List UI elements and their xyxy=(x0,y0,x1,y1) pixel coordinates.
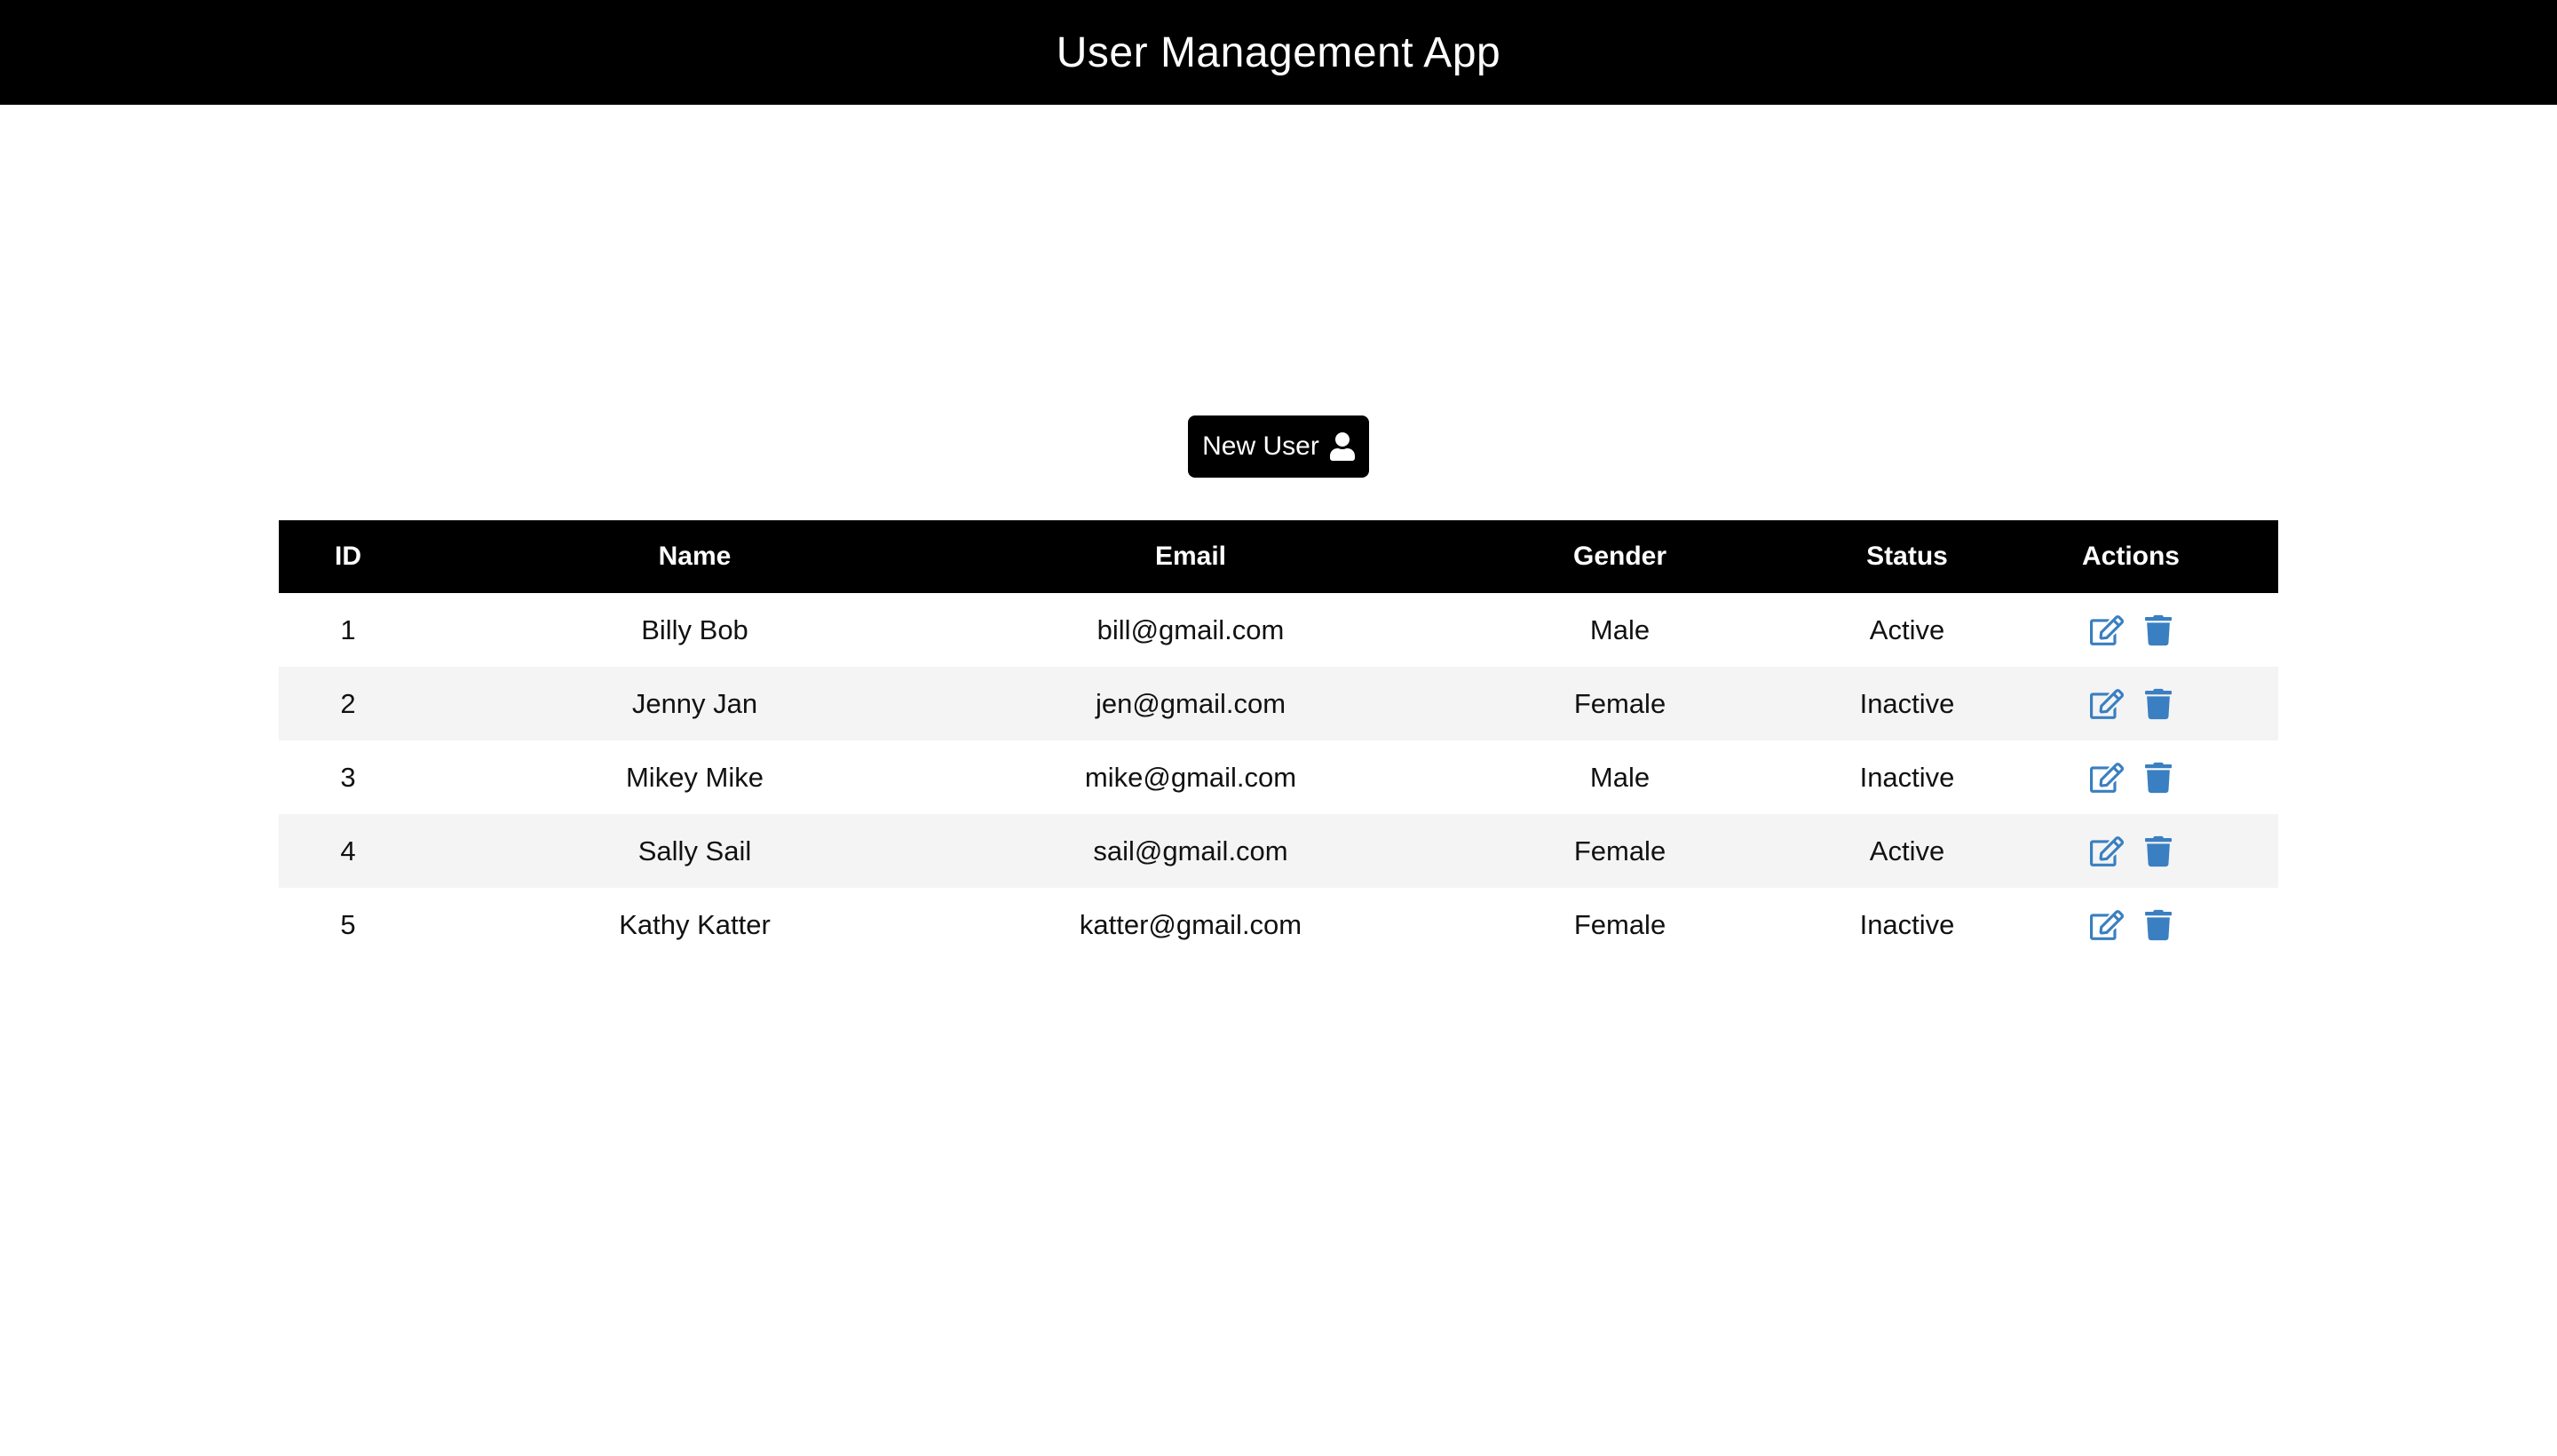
delete-button[interactable] xyxy=(2145,688,2172,720)
cell-status: Active xyxy=(1869,613,1945,645)
edit-button[interactable] xyxy=(2090,909,2124,941)
row-actions xyxy=(1983,667,2278,740)
table-header-row: ID Name Email Gender Status Actions xyxy=(279,520,2278,593)
column-header-id: ID xyxy=(335,542,361,571)
column-header-actions: Actions xyxy=(2081,542,2180,571)
table-row: 1 Billy Bob bill@gmail.com Male Active xyxy=(279,593,2278,667)
edit-icon xyxy=(2090,688,2124,720)
cell-status: Inactive xyxy=(1859,761,1955,793)
cell-name: Sally Sail xyxy=(637,835,752,866)
cell-email: jen@gmail.com xyxy=(1095,687,1286,719)
cell-actions xyxy=(1983,593,2278,667)
cell-name: Billy Bob xyxy=(641,613,748,645)
column-header-name: Name xyxy=(658,542,732,571)
column-header-gender: Gender xyxy=(1572,542,1667,571)
delete-button[interactable] xyxy=(2145,614,2172,646)
cell-status: Active xyxy=(1869,835,1945,866)
cell-id: 5 xyxy=(340,908,356,940)
cell-gender: Male xyxy=(1589,613,1651,645)
cell-actions xyxy=(1983,667,2278,740)
cell-status: Inactive xyxy=(1859,687,1955,719)
cell-name: Mikey Mike xyxy=(625,761,764,793)
cell-gender: Male xyxy=(1589,761,1651,793)
new-user-button-label: New User xyxy=(1202,431,1319,461)
trash-icon xyxy=(2145,614,2172,646)
delete-button[interactable] xyxy=(2145,835,2172,867)
cell-name: Jenny Jan xyxy=(631,687,758,719)
trash-icon xyxy=(2145,909,2172,941)
delete-button[interactable] xyxy=(2145,909,2172,941)
edit-button[interactable] xyxy=(2090,688,2124,720)
cell-gender: Female xyxy=(1573,835,1666,866)
cell-actions xyxy=(1983,888,2278,961)
row-actions xyxy=(1983,814,2278,888)
new-user-button[interactable]: New User xyxy=(1188,415,1369,478)
column-header-status: Status xyxy=(1866,542,1948,571)
table-row: 3 Mikey Mike mike@gmail.com Male Inactive xyxy=(279,740,2278,814)
table-body: 1 Billy Bob bill@gmail.com Male Active 2 Jenny… xyxy=(279,593,2278,961)
cell-id: 3 xyxy=(340,761,356,793)
trash-icon xyxy=(2145,762,2172,794)
table-row: 4 Sally Sail sail@gmail.com Female Active xyxy=(279,814,2278,888)
row-actions xyxy=(1983,740,2278,814)
app-header: User Management App xyxy=(0,0,2557,105)
row-actions xyxy=(1983,593,2278,667)
cell-name: Kathy Katter xyxy=(619,908,771,940)
trash-icon xyxy=(2145,835,2172,867)
cell-id: 1 xyxy=(340,613,356,645)
trash-icon xyxy=(2145,688,2172,720)
user-icon xyxy=(1329,432,1355,461)
edit-button[interactable] xyxy=(2090,835,2124,867)
edit-button[interactable] xyxy=(2090,614,2124,646)
cell-email: mike@gmail.com xyxy=(1084,761,1297,793)
edit-button[interactable] xyxy=(2090,762,2124,794)
cell-actions xyxy=(1983,814,2278,888)
cell-actions xyxy=(1983,740,2278,814)
cell-status: Inactive xyxy=(1859,908,1955,940)
cell-gender: Female xyxy=(1573,687,1666,719)
table-row: 2 Jenny Jan jen@gmail.com Female Inactive xyxy=(279,667,2278,740)
cell-email: bill@gmail.com xyxy=(1096,613,1285,645)
edit-icon xyxy=(2090,614,2124,646)
cell-gender: Female xyxy=(1573,908,1666,940)
row-actions xyxy=(1983,888,2278,961)
table-row: 5 Kathy Katter katter@gmail.com Female Inact… xyxy=(279,888,2278,961)
cell-email: katter@gmail.com xyxy=(1079,908,1302,940)
app-title: User Management App xyxy=(1056,28,1501,76)
edit-icon xyxy=(2090,909,2124,941)
edit-icon xyxy=(2090,835,2124,867)
cell-email: sail@gmail.com xyxy=(1093,835,1288,866)
edit-icon xyxy=(2090,762,2124,794)
cell-id: 4 xyxy=(340,835,356,866)
delete-button[interactable] xyxy=(2145,762,2172,794)
column-header-email: Email xyxy=(1154,542,1227,571)
cell-id: 2 xyxy=(340,687,356,719)
users-table: ID Name Email Gender Status Actions 1 Bil… xyxy=(279,520,2278,961)
